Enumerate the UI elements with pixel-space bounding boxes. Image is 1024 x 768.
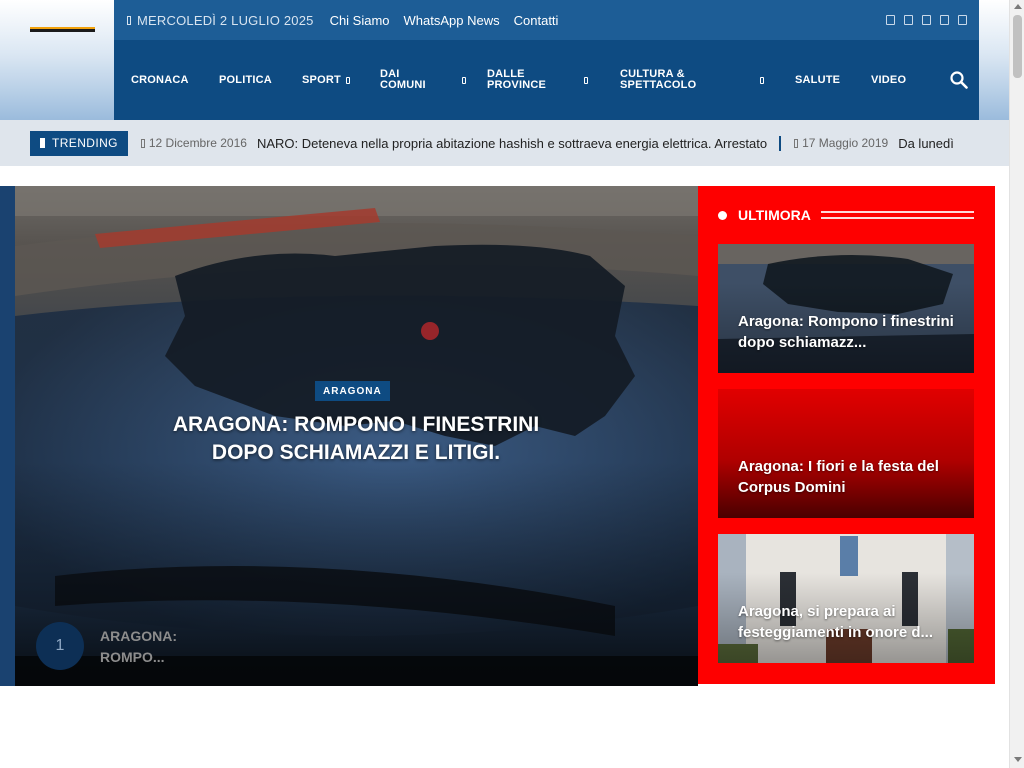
card-title[interactable]: Aragona: Rompono i finestrini dopo schia… (738, 311, 960, 353)
current-date: MERCOLEDÌ 2 LUGLIO 2025 (127, 13, 314, 28)
search-icon[interactable] (950, 71, 968, 89)
main-navigation: CRONACA POLITICA SPORT DAI COMUNI DALLE … (114, 40, 979, 120)
dot-icon (718, 210, 727, 220)
top-links: Chi Siamo WhatsApp News Contatti (330, 13, 559, 28)
instagram-icon[interactable] (922, 15, 931, 25)
nav-politica[interactable]: POLITICA (219, 40, 272, 120)
bolt-icon (40, 138, 45, 148)
header-divider (820, 211, 974, 219)
nav-video[interactable]: VIDEO (871, 40, 906, 120)
slide-mini-title[interactable]: ARAGONA: ROMPO... (100, 626, 220, 668)
nav-dalle-province[interactable]: DALLE PROVINCE (487, 40, 589, 120)
chevron-down-icon (760, 76, 765, 84)
page-scrollbar[interactable] (1009, 0, 1024, 768)
hero-category-badge[interactable]: ARAGONA (315, 381, 390, 401)
nav-cultura-spettacolo[interactable]: CULTURA & SPETTACOLO (620, 40, 765, 120)
chevron-down-icon (345, 76, 350, 84)
nav-dalle-province-line2: PROVINCE (487, 79, 547, 91)
chevron-down-icon (584, 76, 589, 84)
twitter-icon[interactable] (904, 15, 913, 25)
scrollbar-thumb[interactable] (1013, 15, 1022, 78)
nav-dai-comuni-line2: COMUNI (380, 79, 426, 91)
nav-cultura-line2: SPETTACOLO (620, 79, 697, 91)
site-logo-area[interactable] (0, 0, 114, 120)
card-shade (718, 534, 974, 663)
slide-number[interactable]: 1 (36, 622, 84, 670)
nav-politica-label: POLITICA (219, 73, 272, 86)
trending-title[interactable]: NARO: Deteneva nella propria abitazione … (257, 136, 767, 151)
card-shade (718, 244, 974, 373)
header-gutter (979, 0, 1009, 120)
nav-cronaca-label: CRONACA (131, 73, 189, 86)
card-title[interactable]: Aragona, si prepara ai festeggiamenti in… (738, 601, 960, 643)
trending-date: 12 Dicembre 2016 (140, 136, 247, 150)
ultimora-header: ULTIMORA (718, 207, 974, 223)
scroll-down-icon[interactable] (1014, 757, 1022, 762)
site-logo[interactable] (30, 27, 95, 32)
trending-date: 17 Maggio 2019 (794, 136, 888, 150)
calendar-icon (127, 15, 131, 25)
date-text: MERCOLEDÌ 2 LUGLIO 2025 (137, 12, 314, 28)
calendar-icon (794, 138, 799, 148)
ultimora-card[interactable]: Aragona, si prepara ai festeggiamenti in… (718, 534, 974, 663)
social-links (886, 15, 967, 25)
facebook-icon[interactable] (886, 15, 895, 25)
hero-headline[interactable]: ARAGONA: ROMPONO I FINESTRINI DOPO SCHIA… (165, 411, 547, 467)
nav-sport[interactable]: SPORT (302, 40, 350, 120)
card-thumbnail (718, 389, 974, 518)
nav-video-label: VIDEO (871, 73, 907, 86)
trending-date-text: 12 Dicembre 2016 (148, 136, 247, 150)
ultimora-label: ULTIMORA (738, 207, 811, 223)
trending-item[interactable]: 17 Maggio 2019 Da lunedì (781, 136, 954, 151)
trending-badge: TRENDING (30, 130, 128, 156)
trending-item[interactable]: 12 Dicembre 2016 NARO: Deteneva nella pr… (128, 136, 767, 151)
ultimora-card[interactable]: Aragona: Rompono i finestrini dopo schia… (718, 244, 974, 373)
link-contatti[interactable]: Contatti (514, 13, 559, 28)
trending-date-text: 17 Maggio 2019 (802, 136, 889, 150)
chevron-down-icon (461, 76, 466, 84)
nav-salute-label: SALUTE (795, 73, 841, 86)
trending-ticker: TRENDING 12 Dicembre 2016 NARO: Deteneva… (0, 120, 1009, 166)
nav-cultura-label: CULTURA & SPETTACOLO (620, 69, 696, 91)
card-title[interactable]: Aragona: I fiori e la festa del Corpus D… (738, 456, 960, 498)
link-whatsapp-news[interactable]: WhatsApp News (404, 13, 500, 28)
ultimora-card[interactable]: Aragona: I fiori e la festa del Corpus D… (718, 389, 974, 518)
trending-title[interactable]: Da lunedì (898, 136, 954, 151)
calendar-icon (140, 138, 145, 148)
nav-dalle-province-label: DALLE PROVINCE (487, 69, 546, 91)
youtube-icon[interactable] (940, 15, 949, 25)
nav-dai-comuni-label: DAI COMUNI (380, 69, 426, 91)
rss-icon[interactable] (958, 15, 967, 25)
nav-sport-label: SPORT (302, 73, 341, 86)
nav-salute[interactable]: SALUTE (795, 40, 840, 120)
trending-label: TRENDING (52, 136, 118, 150)
top-bar: MERCOLEDÌ 2 LUGLIO 2025 Chi Siamo WhatsA… (114, 0, 979, 40)
nav-cronaca[interactable]: CRONACA (131, 40, 189, 120)
scroll-up-icon[interactable] (1014, 4, 1022, 9)
nav-dai-comuni[interactable]: DAI COMUNI (380, 40, 466, 120)
link-chi-siamo[interactable]: Chi Siamo (330, 13, 390, 28)
